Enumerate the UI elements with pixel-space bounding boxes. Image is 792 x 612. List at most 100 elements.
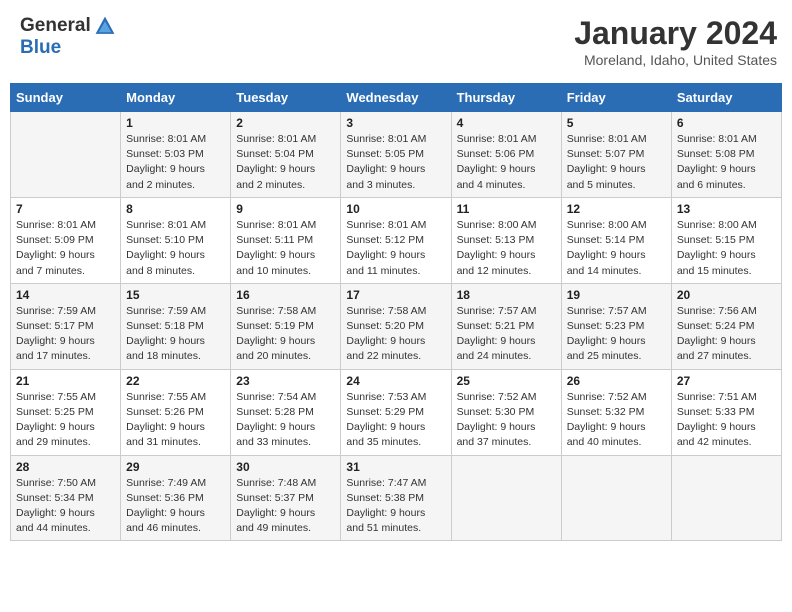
day-cell: 6 Sunrise: 8:01 AMSunset: 5:08 PMDaylight… [671, 112, 781, 198]
day-number: 13 [677, 202, 776, 216]
day-number: 31 [346, 460, 445, 474]
logo-blue-text: Blue [20, 37, 116, 59]
day-cell [671, 455, 781, 541]
day-cell: 29 Sunrise: 7:49 AMSunset: 5:36 PMDayligh… [121, 455, 231, 541]
day-cell [11, 112, 121, 198]
day-info: Sunrise: 8:01 AMSunset: 5:05 PMDaylight:… [346, 132, 445, 193]
day-number: 11 [457, 202, 556, 216]
day-cell: 30 Sunrise: 7:48 AMSunset: 5:37 PMDayligh… [231, 455, 341, 541]
logo-icon [94, 15, 116, 37]
day-info: Sunrise: 8:01 AMSunset: 5:10 PMDaylight:… [126, 218, 225, 279]
week-row-2: 7 Sunrise: 8:01 AMSunset: 5:09 PMDaylight… [11, 197, 782, 283]
day-cell: 17 Sunrise: 7:58 AMSunset: 5:20 PMDayligh… [341, 283, 451, 369]
header-tuesday: Tuesday [231, 84, 341, 112]
day-number: 8 [126, 202, 225, 216]
day-number: 9 [236, 202, 335, 216]
day-number: 7 [16, 202, 115, 216]
day-cell: 15Sunrise: 7:59 AMSunset: 5:18 PMDayligh… [121, 283, 231, 369]
location: Moreland, Idaho, United States [574, 52, 777, 68]
week-row-4: 21 Sunrise: 7:55 AMSunset: 5:25 PMDayligh… [11, 369, 782, 455]
day-cell: 11 Sunrise: 8:00 AMSunset: 5:13 PMDayligh… [451, 197, 561, 283]
day-cell: 23Sunrise: 7:54 AMSunset: 5:28 PMDayligh… [231, 369, 341, 455]
day-number: 26 [567, 374, 666, 388]
day-number: 21 [16, 374, 115, 388]
day-cell: 20 Sunrise: 7:56 AMSunset: 5:24 PMDayligh… [671, 283, 781, 369]
day-info: Sunrise: 8:00 AMSunset: 5:15 PMDaylight:… [677, 218, 776, 279]
day-number: 4 [457, 116, 556, 130]
week-row-5: 28 Sunrise: 7:50 AMSunset: 5:34 PMDayligh… [11, 455, 782, 541]
day-number: 1 [126, 116, 225, 130]
day-number: 14 [16, 288, 115, 302]
day-number: 20 [677, 288, 776, 302]
day-info: Sunrise: 7:51 AMSunset: 5:33 PMDaylight:… [677, 390, 776, 451]
day-number: 10 [346, 202, 445, 216]
day-info: Sunrise: 8:01 AMSunset: 5:09 PMDaylight:… [16, 218, 115, 279]
day-number: 19 [567, 288, 666, 302]
day-cell: 22 Sunrise: 7:55 AMSunset: 5:26 PMDayligh… [121, 369, 231, 455]
day-cell: 28 Sunrise: 7:50 AMSunset: 5:34 PMDayligh… [11, 455, 121, 541]
day-number: 30 [236, 460, 335, 474]
day-info: Sunrise: 8:01 AMSunset: 5:08 PMDaylight:… [677, 132, 776, 193]
day-info: Sunrise: 7:55 AMSunset: 5:25 PMDaylight:… [16, 390, 115, 451]
day-cell: 31Sunrise: 7:47 AMSunset: 5:38 PMDayligh… [341, 455, 451, 541]
day-cell: 26 Sunrise: 7:52 AMSunset: 5:32 PMDayligh… [561, 369, 671, 455]
day-number: 22 [126, 374, 225, 388]
day-number: 28 [16, 460, 115, 474]
day-cell: 8 Sunrise: 8:01 AMSunset: 5:10 PMDaylight… [121, 197, 231, 283]
day-cell: 3Sunrise: 8:01 AMSunset: 5:05 PMDaylight… [341, 112, 451, 198]
day-cell: 27 Sunrise: 7:51 AMSunset: 5:33 PMDayligh… [671, 369, 781, 455]
day-number: 12 [567, 202, 666, 216]
day-cell: 16 Sunrise: 7:58 AMSunset: 5:19 PMDayligh… [231, 283, 341, 369]
calendar-header-row: SundayMondayTuesdayWednesdayThursdayFrid… [11, 84, 782, 112]
day-info: Sunrise: 7:52 AMSunset: 5:32 PMDaylight:… [567, 390, 666, 451]
header-wednesday: Wednesday [341, 84, 451, 112]
day-info: Sunrise: 7:58 AMSunset: 5:20 PMDaylight:… [346, 304, 445, 365]
header-monday: Monday [121, 84, 231, 112]
day-cell: 18Sunrise: 7:57 AMSunset: 5:21 PMDayligh… [451, 283, 561, 369]
day-info: Sunrise: 8:01 AMSunset: 5:11 PMDaylight:… [236, 218, 335, 279]
day-cell: 2 Sunrise: 8:01 AMSunset: 5:04 PMDaylight… [231, 112, 341, 198]
day-info: Sunrise: 7:49 AMSunset: 5:36 PMDaylight:… [126, 476, 225, 537]
day-info: Sunrise: 8:00 AMSunset: 5:14 PMDaylight:… [567, 218, 666, 279]
day-info: Sunrise: 7:48 AMSunset: 5:37 PMDaylight:… [236, 476, 335, 537]
day-info: Sunrise: 7:55 AMSunset: 5:26 PMDaylight:… [126, 390, 225, 451]
day-info: Sunrise: 7:59 AMSunset: 5:17 PMDaylight:… [16, 304, 115, 365]
day-info: Sunrise: 8:01 AMSunset: 5:04 PMDaylight:… [236, 132, 335, 193]
day-number: 6 [677, 116, 776, 130]
header-saturday: Saturday [671, 84, 781, 112]
day-info: Sunrise: 8:00 AMSunset: 5:13 PMDaylight:… [457, 218, 556, 279]
day-cell: 12 Sunrise: 8:00 AMSunset: 5:14 PMDayligh… [561, 197, 671, 283]
day-number: 25 [457, 374, 556, 388]
day-number: 27 [677, 374, 776, 388]
day-cell: 7 Sunrise: 8:01 AMSunset: 5:09 PMDaylight… [11, 197, 121, 283]
day-info: Sunrise: 7:57 AMSunset: 5:23 PMDaylight:… [567, 304, 666, 365]
logo-text: General [20, 15, 116, 37]
day-cell: 24 Sunrise: 7:53 AMSunset: 5:29 PMDayligh… [341, 369, 451, 455]
day-cell: 19 Sunrise: 7:57 AMSunset: 5:23 PMDayligh… [561, 283, 671, 369]
day-cell: 4 Sunrise: 8:01 AMSunset: 5:06 PMDaylight… [451, 112, 561, 198]
day-cell: 10 Sunrise: 8:01 AMSunset: 5:12 PMDayligh… [341, 197, 451, 283]
day-info: Sunrise: 7:58 AMSunset: 5:19 PMDaylight:… [236, 304, 335, 365]
page-header: General Blue January 2024 Moreland, Idah… [10, 10, 782, 73]
week-row-3: 14 Sunrise: 7:59 AMSunset: 5:17 PMDayligh… [11, 283, 782, 369]
day-info: Sunrise: 8:01 AMSunset: 5:12 PMDaylight:… [346, 218, 445, 279]
day-cell [451, 455, 561, 541]
day-cell: 14 Sunrise: 7:59 AMSunset: 5:17 PMDayligh… [11, 283, 121, 369]
day-number: 24 [346, 374, 445, 388]
header-thursday: Thursday [451, 84, 561, 112]
day-cell: 21 Sunrise: 7:55 AMSunset: 5:25 PMDayligh… [11, 369, 121, 455]
day-cell: 9 Sunrise: 8:01 AMSunset: 5:11 PMDaylight… [231, 197, 341, 283]
day-info: Sunrise: 8:01 AMSunset: 5:06 PMDaylight:… [457, 132, 556, 193]
header-sunday: Sunday [11, 84, 121, 112]
day-number: 17 [346, 288, 445, 302]
logo: General Blue [20, 15, 116, 59]
calendar-table: SundayMondayTuesdayWednesdayThursdayFrid… [10, 83, 782, 541]
day-number: 29 [126, 460, 225, 474]
day-info: Sunrise: 7:56 AMSunset: 5:24 PMDaylight:… [677, 304, 776, 365]
day-info: Sunrise: 7:53 AMSunset: 5:29 PMDaylight:… [346, 390, 445, 451]
day-info: Sunrise: 7:50 AMSunset: 5:34 PMDaylight:… [16, 476, 115, 537]
day-number: 2 [236, 116, 335, 130]
day-info: Sunrise: 7:54 AMSunset: 5:28 PMDaylight:… [236, 390, 335, 451]
day-number: 16 [236, 288, 335, 302]
day-number: 15 [126, 288, 225, 302]
